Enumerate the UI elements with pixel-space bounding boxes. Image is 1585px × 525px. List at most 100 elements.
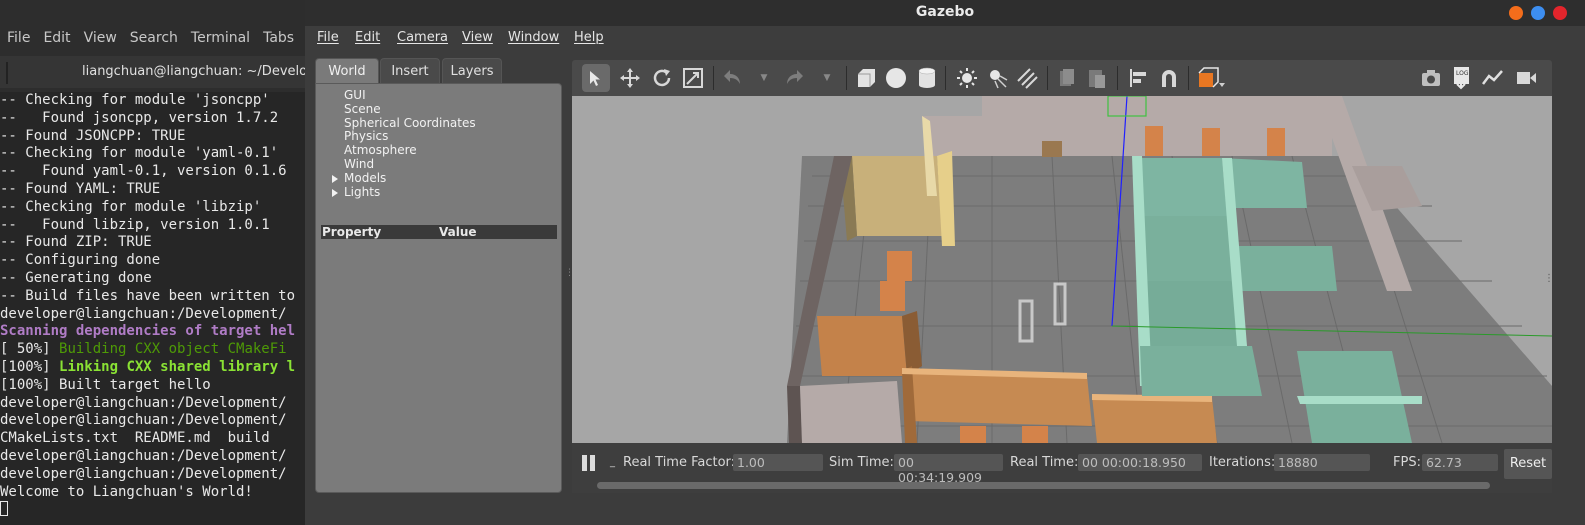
scale-icon[interactable] xyxy=(681,66,705,90)
terminal-line-text: Scanning dependencies of target hel xyxy=(0,323,296,340)
terminal-line: developer@liangchuan:/Development/ xyxy=(0,412,305,430)
terminal-line-text: Linking CXX shared library l xyxy=(59,358,296,375)
redo-dropdown-icon[interactable]: ▼ xyxy=(815,66,839,90)
log-icon[interactable]: LOG xyxy=(1450,66,1474,90)
screenshot-icon[interactable] xyxy=(1419,66,1443,90)
menu-edit[interactable]: Edit xyxy=(355,30,380,45)
status-bar: _ Real Time Factor: 1.00 Sim Time: 00 00… xyxy=(572,443,1552,493)
reset-button[interactable]: Reset xyxy=(1504,449,1552,479)
plot-icon[interactable] xyxy=(1481,66,1505,90)
terminal-line: Welcome to Liangchuan's World! xyxy=(0,484,305,502)
scene-render: ⋮ xyxy=(572,96,1552,443)
terminal-output[interactable]: -- Checking for module 'jsoncpp' -- Found… xyxy=(0,92,305,525)
world-tree-item-spherical-coordinates[interactable]: Spherical Coordinates xyxy=(344,116,476,131)
menu-file[interactable]: File xyxy=(317,30,339,45)
paste-icon[interactable] xyxy=(1085,66,1109,90)
select-arrow-icon[interactable] xyxy=(582,64,610,92)
left-panel-splitter[interactable]: ⋮ xyxy=(565,268,574,278)
terminal-line-text: developer@liangchuan:/Development/ xyxy=(0,305,287,322)
world-tree-label: Wind xyxy=(344,156,375,171)
tab-world[interactable]: World xyxy=(315,58,379,84)
copy-icon[interactable] xyxy=(1055,66,1079,90)
world-tree-item-models[interactable]: Models xyxy=(332,171,476,186)
terminal-line-text: -- Generating done xyxy=(0,269,152,286)
menu-view[interactable]: View xyxy=(462,30,493,45)
terminal-line: -- Found yaml-0.1, version 0.1.6 xyxy=(0,163,305,181)
terminal-cursor xyxy=(0,501,8,517)
terminal-line: -- Found JSONCPP: TRUE xyxy=(0,128,305,146)
terminal-tab-bar[interactable]: liangchuan@liangchuan: ~/Develop xyxy=(0,56,305,88)
terminal-menu-tabs[interactable]: Tabs xyxy=(256,26,300,46)
sphere-shape-icon[interactable] xyxy=(884,66,908,90)
view-angle-icon[interactable] xyxy=(1196,66,1228,90)
terminal-line: -- Build files have been written to xyxy=(0,288,305,306)
fps-value: 62.73 xyxy=(1422,454,1498,471)
redo-icon[interactable] xyxy=(783,66,807,90)
terminal-menu-file[interactable]: File xyxy=(0,26,36,46)
terminal-line-prefix: [ 50%] xyxy=(0,341,60,358)
cabinet xyxy=(887,251,912,281)
menu-help[interactable]: Help xyxy=(574,30,604,45)
gazebo-menubar: File Edit Camera View Window Help xyxy=(305,26,1585,50)
pause-button[interactable] xyxy=(582,455,598,471)
green-room-1 xyxy=(1137,158,1227,216)
world-tree-item-wind[interactable]: Wind xyxy=(344,156,476,172)
minimize-button[interactable] xyxy=(1509,6,1523,20)
terminal-line: [ 50%] Building CXX object CMakeFi xyxy=(0,341,305,359)
align-icon[interactable] xyxy=(1126,66,1150,90)
terminal-line: developer@liangchuan:/Development/ xyxy=(0,306,305,324)
terminal-line-text: -- Found JSONCPP: TRUE xyxy=(0,127,186,144)
directional-light-icon[interactable] xyxy=(1015,66,1039,90)
terminal-window: File Edit View Search Terminal Tabs liangchua… xyxy=(0,0,305,525)
tab-insert[interactable]: Insert xyxy=(380,58,440,84)
pause-bar xyxy=(590,455,595,471)
terminal-line-text: Building CXX object CMakeFi xyxy=(59,341,287,358)
expand-arrow-icon[interactable] xyxy=(332,188,338,197)
snap-magnet-icon[interactable] xyxy=(1157,66,1181,90)
world-tree-item-lights[interactable]: Lights xyxy=(332,185,476,200)
close-button[interactable] xyxy=(1553,6,1567,20)
pause-bar xyxy=(582,455,587,471)
terminal-menu-view[interactable]: View xyxy=(77,26,123,46)
3d-scene-viewport[interactable]: ⋮ xyxy=(572,96,1552,443)
terminal-line: [100%] Built target hello xyxy=(0,377,305,395)
maximize-button[interactable] xyxy=(1531,6,1545,20)
point-light-icon[interactable] xyxy=(955,66,979,90)
world-tree-item-scene[interactable]: Scene xyxy=(344,102,476,117)
terminal-menubar: File Edit View Search Terminal Tabs xyxy=(0,26,305,52)
spot-light-icon[interactable] xyxy=(985,66,1009,90)
terminal-line: CMakeLists.txt README.md build xyxy=(0,430,305,448)
terminal-line: Scanning dependencies of target hel xyxy=(0,323,305,341)
gazebo-titlebar: Gazebo xyxy=(305,0,1585,26)
step-indicator: _ xyxy=(610,457,615,468)
time-scrollbar[interactable] xyxy=(597,482,1490,489)
terminal-line-text: -- Configuring done xyxy=(0,252,161,269)
undo-icon[interactable] xyxy=(720,66,744,90)
box-shape-icon[interactable] xyxy=(854,66,878,90)
terminal-menu-edit[interactable]: Edit xyxy=(36,26,76,46)
video-record-icon[interactable] xyxy=(1514,66,1538,90)
world-tree-item-gui[interactable]: GUI xyxy=(344,88,476,103)
rotate-icon[interactable] xyxy=(650,66,674,90)
toolbar-separator xyxy=(1117,66,1118,90)
translate-icon[interactable] xyxy=(618,66,642,90)
terminal-line-text: CMakeLists.txt README.md build xyxy=(0,430,287,447)
world-tree-item-atmosphere[interactable]: Atmosphere xyxy=(344,143,476,158)
world-tree-item-physics[interactable]: Physics xyxy=(344,129,476,144)
terminal-line: -- Found libzip, version 1.0.1 xyxy=(0,217,305,235)
terminal-line: developer@liangchuan:/Development/ xyxy=(0,395,305,413)
sim-time-label: Sim Time: xyxy=(829,455,894,470)
expand-arrow-icon[interactable] xyxy=(332,174,338,183)
tab-layers[interactable]: Layers xyxy=(442,58,502,84)
terminal-menu-search[interactable]: Search xyxy=(123,26,184,46)
cylinder-shape-icon[interactable] xyxy=(915,66,939,90)
menu-window[interactable]: Window xyxy=(508,30,559,45)
terminal-line-text: Welcome to Liangchuan's World! xyxy=(0,483,253,500)
terminal-line-text: [100%] Built target hello xyxy=(0,376,211,393)
terminal-line: developer@liangchuan:/Development/ xyxy=(0,466,305,484)
terminal-tab-edge xyxy=(6,62,8,84)
terminal-line: -- Generating done xyxy=(0,270,305,288)
menu-camera[interactable]: Camera xyxy=(397,30,448,45)
terminal-menu-terminal[interactable]: Terminal xyxy=(184,26,256,46)
undo-dropdown-icon[interactable]: ▼ xyxy=(752,66,776,90)
